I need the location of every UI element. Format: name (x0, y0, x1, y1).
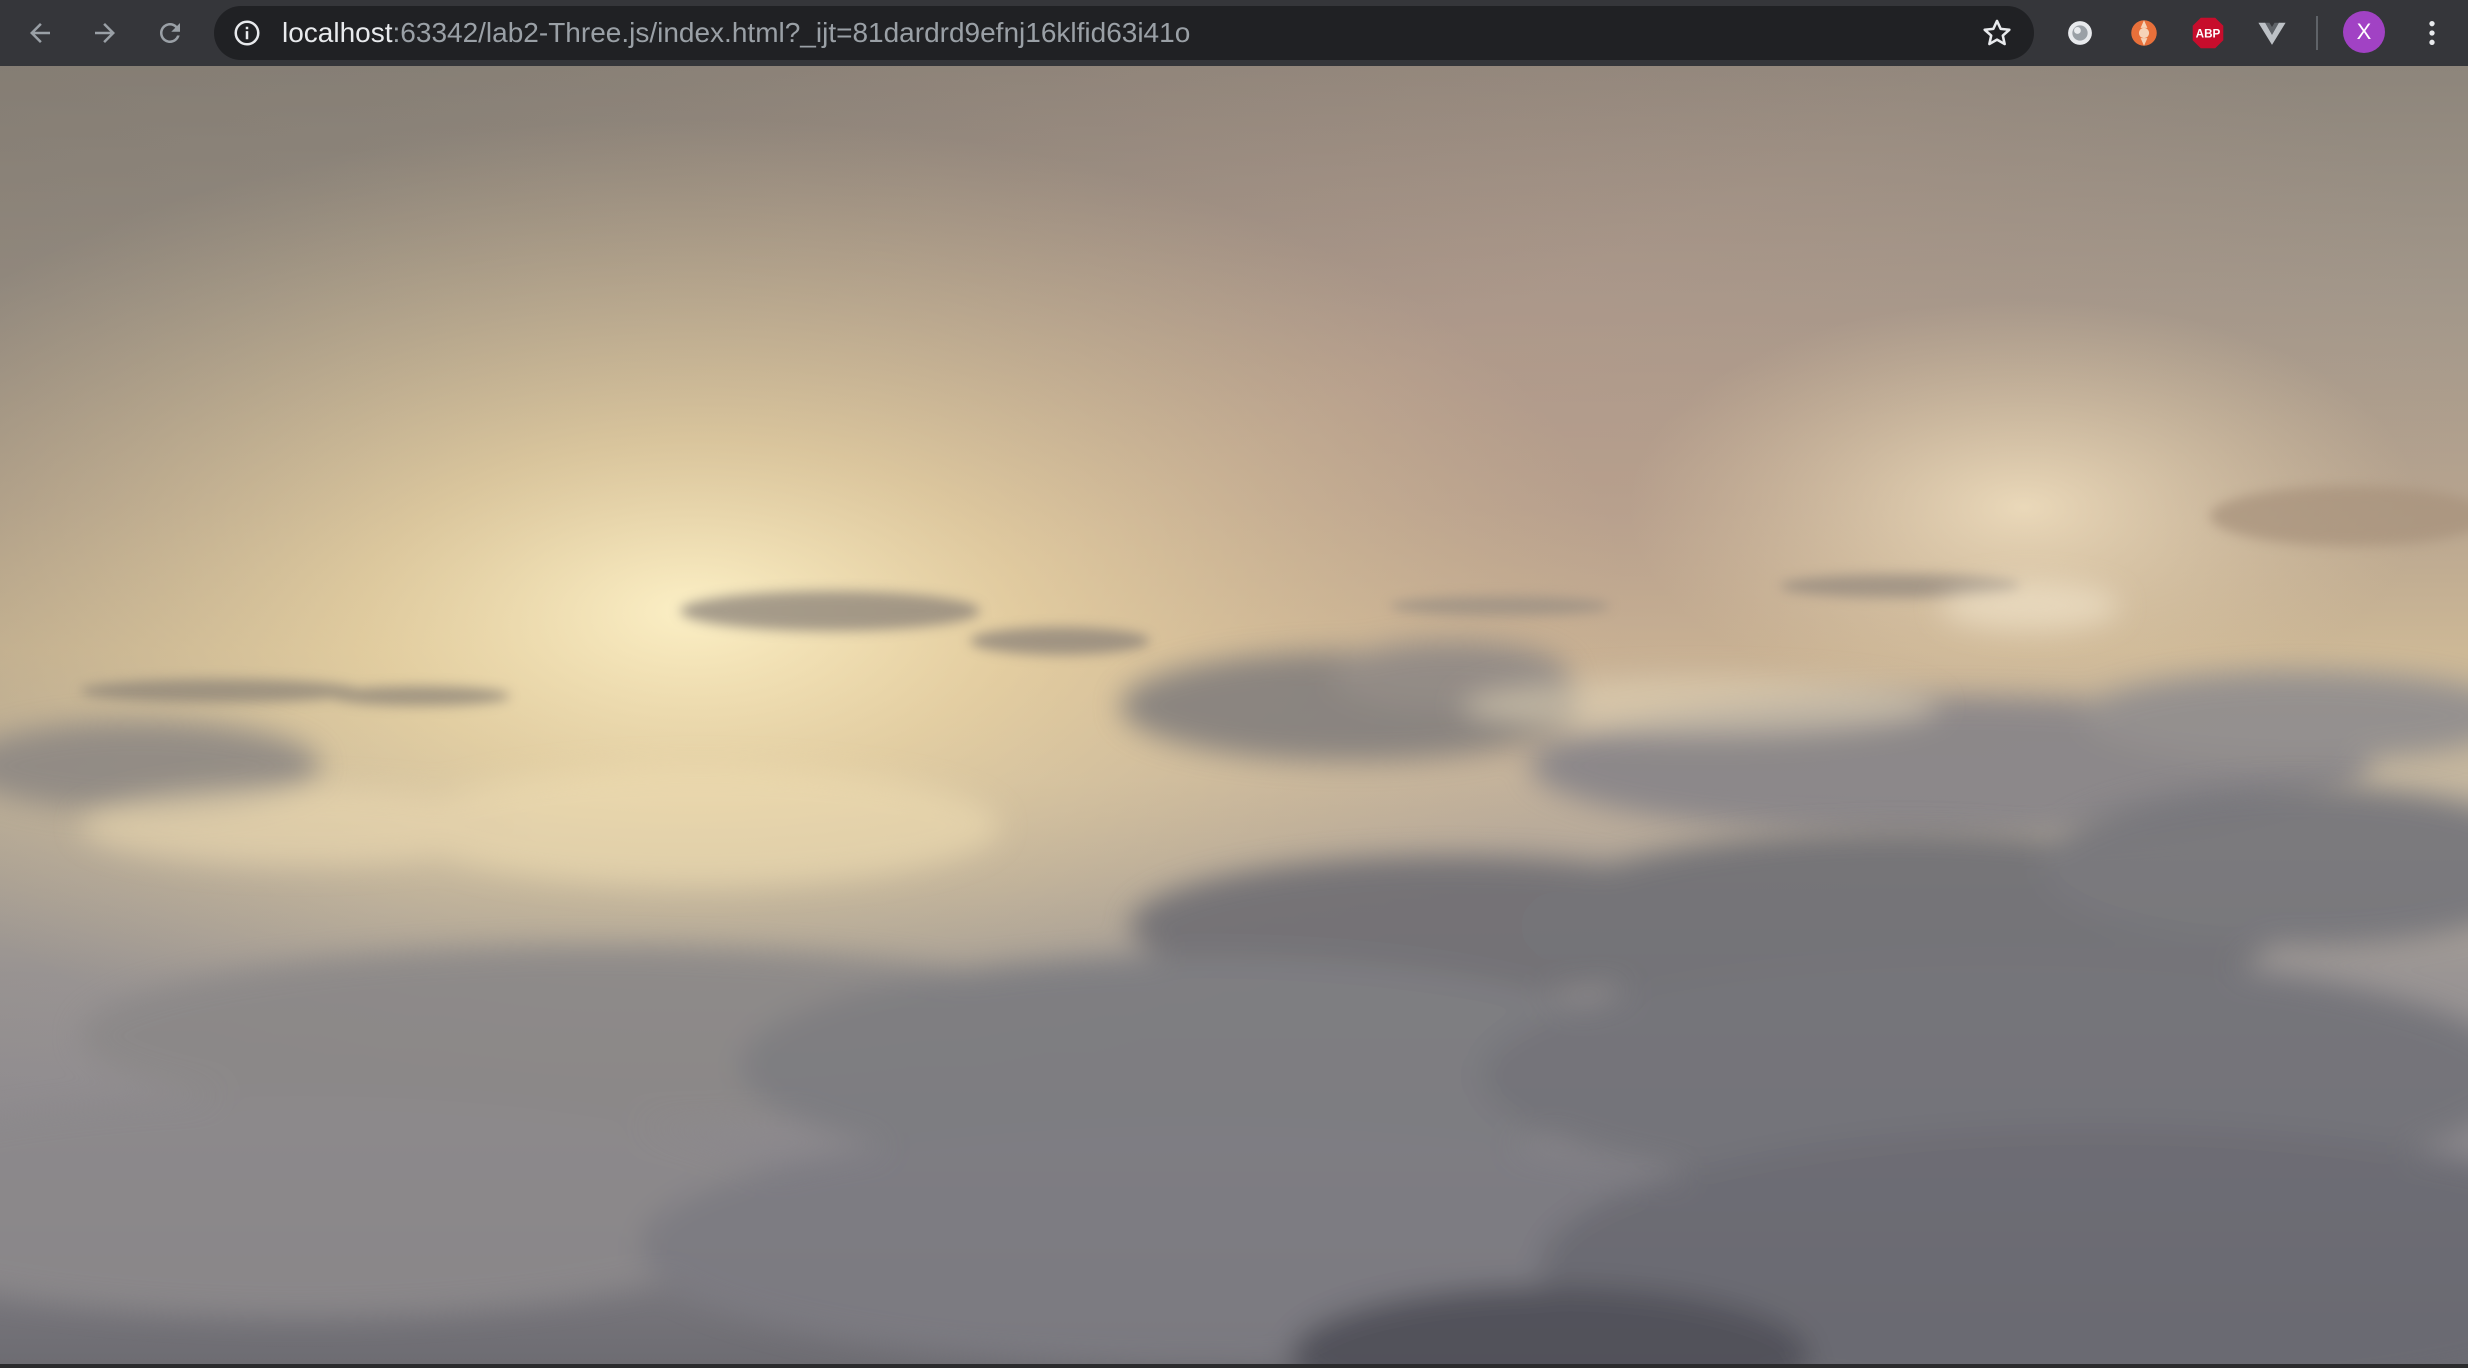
browser-toolbar: localhost:63342/lab2-Three.js/index.html… (0, 0, 2468, 66)
url-path: :63342/lab2-Three.js/index.html?_ijt=81d… (392, 17, 1191, 48)
reload-icon (160, 23, 180, 43)
profile-avatar[interactable]: X (2343, 11, 2385, 53)
kebab-menu-icon[interactable] (2410, 11, 2454, 55)
threejs-canvas[interactable] (0, 66, 2468, 1364)
orange-extension-icon[interactable] (2124, 13, 2164, 53)
url-host: localhost (282, 17, 393, 48)
cloud-skybox-scene (0, 66, 2468, 1364)
url-text[interactable]: localhost:63342/lab2-Three.js/index.html… (282, 6, 1190, 60)
reload-button[interactable] (148, 11, 192, 55)
adblock-plus-icon[interactable]: ABP (2188, 13, 2228, 53)
window-bottom-edge (0, 1364, 2468, 1368)
vue-devtools-icon[interactable] (2252, 13, 2292, 53)
info-icon[interactable] (232, 18, 262, 48)
abp-label: ABP (2196, 28, 2221, 41)
arrow-right-icon (95, 23, 115, 43)
record-extension-icon[interactable] (2060, 13, 2100, 53)
back-button[interactable] (18, 11, 62, 55)
forward-button[interactable] (83, 11, 127, 55)
arrow-left-icon (30, 23, 50, 43)
address-bar[interactable]: localhost:63342/lab2-Three.js/index.html… (214, 6, 2034, 60)
toolbar-separator (2316, 16, 2318, 50)
bookmark-star-icon[interactable] (1980, 16, 2014, 50)
